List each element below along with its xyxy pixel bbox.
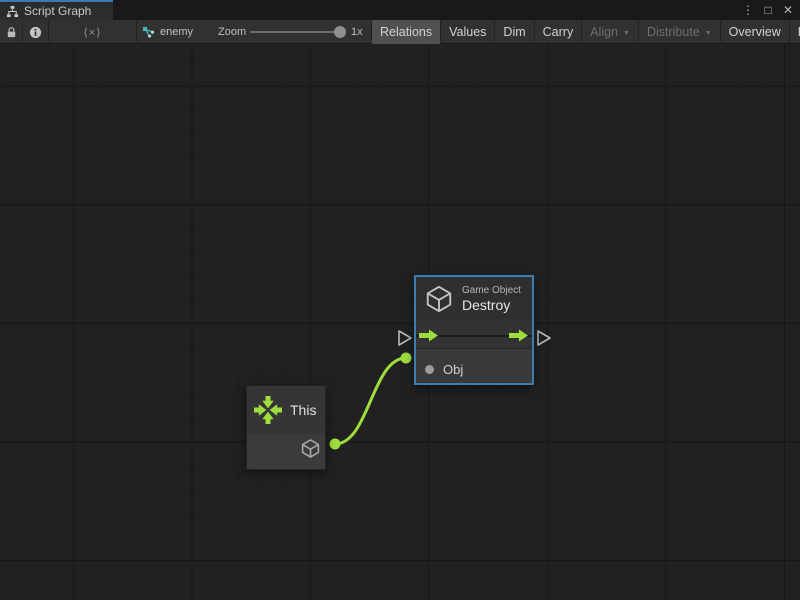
flow-output-triangle-port[interactable] <box>538 331 550 345</box>
dim-label: Dim <box>503 25 525 39</box>
overview-label: Overview <box>729 25 781 39</box>
carry-button[interactable]: Carry <box>534 20 582 44</box>
graph-breadcrumb[interactable]: enemy <box>137 20 211 44</box>
obj-port-label: Obj <box>443 362 463 377</box>
zoom-slider-track[interactable] <box>250 31 344 33</box>
wire-start-dot[interactable] <box>330 439 341 450</box>
node-title: This <box>290 402 316 418</box>
relations-button[interactable]: Relations <box>371 20 440 44</box>
value-connection-wire[interactable] <box>335 358 406 444</box>
dim-button[interactable]: Dim <box>494 20 533 44</box>
destroy-flow-row <box>416 321 532 348</box>
tab-title: Script Graph <box>24 4 91 18</box>
align-label: Align <box>590 25 618 39</box>
wire-layer <box>0 44 800 600</box>
info-icon <box>29 26 42 39</box>
menu-icon[interactable]: ⋮ <box>740 0 756 20</box>
fullscreen-button[interactable]: Full Screen <box>789 20 800 44</box>
distribute-dropdown[interactable]: Distribute ▼ <box>638 20 720 44</box>
zoom-slider-handle[interactable] <box>334 26 346 38</box>
close-icon[interactable]: ✕ <box>780 0 796 20</box>
obj-input-row[interactable]: Obj <box>416 349 532 383</box>
gameobject-output-port-cube-icon[interactable] <box>300 438 321 459</box>
flow-output-arrow-icon[interactable] <box>509 329 529 342</box>
carry-label: Carry <box>543 25 574 39</box>
lock-icon <box>5 26 18 39</box>
node-title: Destroy <box>462 297 521 314</box>
this-converge-icon <box>253 395 283 425</box>
align-dropdown[interactable]: Align ▼ <box>581 20 638 44</box>
distribute-label: Distribute <box>647 25 700 39</box>
toolbar-button-group: Relations Values Dim Carry Align ▼ Distr… <box>371 20 800 44</box>
overview-button[interactable]: Overview <box>720 20 789 44</box>
destroy-node-titles: Game Object Destroy <box>462 285 521 314</box>
values-label: Values <box>449 25 486 39</box>
game-object-cube-icon <box>424 284 454 314</box>
flow-input-triangle-port[interactable] <box>399 331 411 345</box>
graph-hierarchy-icon <box>6 5 19 18</box>
maximize-icon[interactable]: □ <box>760 0 776 20</box>
zoom-value: 1x <box>351 20 363 44</box>
chevron-down-icon: ▼ <box>705 30 712 37</box>
relations-label: Relations <box>380 25 432 39</box>
graph-name-label: enemy <box>160 26 193 38</box>
wire-end-dot[interactable] <box>401 353 412 364</box>
this-node-body <box>247 434 325 469</box>
node-category: Game Object <box>462 285 521 297</box>
flow-input-arrow-icon[interactable] <box>419 329 439 342</box>
obj-value-port[interactable] <box>425 365 434 374</box>
toolbar: ⟨×⟩ enemy Zoom 1x Relations Values Dim <box>0 20 800 44</box>
destroy-node-header: Game Object Destroy <box>416 277 532 321</box>
info-button[interactable] <box>23 20 49 44</box>
chevron-down-icon: ▼ <box>623 30 630 37</box>
node-destroy[interactable]: Game Object Destroy Obj <box>414 275 534 385</box>
script-graph-window: Script Graph ⋮ □ ✕ ⟨×⟩ <box>0 0 800 600</box>
node-this[interactable]: This <box>246 385 326 470</box>
window-controls: ⋮ □ ✕ <box>740 0 796 20</box>
tab-script-graph[interactable]: Script Graph <box>0 0 113 20</box>
graph-canvas[interactable]: Game Object Destroy Obj <box>0 44 800 600</box>
zoom-label: Zoom <box>218 20 246 44</box>
script-graph-asset-icon <box>142 26 155 39</box>
code-preview-button[interactable]: ⟨×⟩ <box>49 20 137 44</box>
tab-bar: Script Graph ⋮ □ ✕ <box>0 0 800 20</box>
values-button[interactable]: Values <box>440 20 494 44</box>
lock-button[interactable] <box>0 20 23 44</box>
this-node-header: This <box>247 386 325 434</box>
